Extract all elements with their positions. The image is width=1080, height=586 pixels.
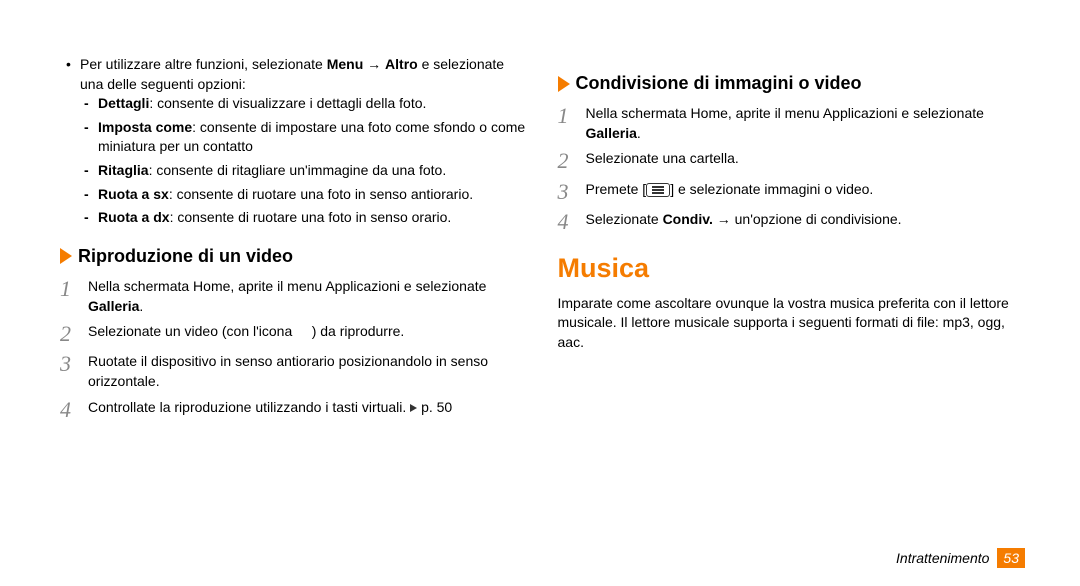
chevron-right-icon [558,76,570,92]
step-number: 2 [558,149,586,173]
dash-item: Ritaglia: consente di ritagliare un'imma… [98,161,528,181]
bold: Condiv. [663,211,713,227]
page-number-badge: 53 [997,548,1025,568]
step-number: 3 [558,180,586,204]
bullet-text: Per utilizzare altre funzioni, seleziona… [80,56,504,92]
desc: : consente di ruotare una foto in senso … [170,209,452,225]
sharing-steps: 1Nella schermata Home, aprite il menu Ap… [558,104,1026,234]
step-text: Selezionate una cartella. [586,149,1026,169]
chevron-right-icon [60,248,72,264]
arrow: → [363,56,385,72]
right-column: Condivisione di immagini o video 1Nella … [558,55,1026,428]
step: 2Selezionate una cartella. [558,149,1026,173]
footer: Intrattenimento 53 [896,548,1025,568]
main-heading-music: Musica [558,250,1026,288]
desc: : consente di ruotare una foto in senso … [169,186,473,202]
text: Premete [ [586,181,647,197]
bold: Galleria [88,298,139,314]
step-text: Nella schermata Home, aprite il menu App… [586,104,1026,143]
play-icon [410,404,417,412]
text: . [139,298,143,314]
sub-heading-sharing: Condivisione di immagini o video [558,71,1026,96]
text: Selezionate [586,211,663,227]
step: 1Nella schermata Home, aprite il menu Ap… [60,277,528,316]
step-number: 3 [60,352,88,376]
dash-item: Imposta come: consente di impostare una … [98,118,528,157]
text: Nella schermata Home, aprite il menu App… [88,278,486,294]
dash-list: Dettagli: consente di visualizzare i det… [80,94,528,228]
altro-bold: Altro [385,56,418,72]
desc: : consente di ritagliare un'immagine da … [149,162,447,178]
sub-heading-text: Condivisione di immagini o video [576,71,862,96]
text: Nella schermata Home, aprite il menu App… [586,105,984,121]
music-paragraph: Imparate come ascoltare ovunque la vostr… [558,294,1026,353]
step-text: Premete [ ] e selezionate immagini o vide… [586,180,1026,200]
step: 3Ruotate il dispositivo in senso antiora… [60,352,528,391]
text: Per utilizzare altre funzioni, seleziona… [80,56,327,72]
step-text: Nella schermata Home, aprite il menu App… [88,277,528,316]
top-bullet-list: Per utilizzare altre funzioni, seleziona… [60,55,528,228]
text: Selezionate un video (con l'icona [88,323,296,339]
bold: Galleria [586,125,637,141]
step-text: Ruotate il dispositivo in senso antiorar… [88,352,528,391]
text: . [637,125,641,141]
text: ) da riprodurre. [312,323,405,339]
step: 4Selezionate Condiv. → un'opzione di con… [558,210,1026,234]
term: Ritaglia [98,162,149,178]
step-number: 1 [558,104,586,128]
step: 2Selezionate un video (con l'icona ) da … [60,322,528,346]
video-steps: 1Nella schermata Home, aprite il menu Ap… [60,277,528,422]
term: Ruota a sx [98,186,169,202]
step: 3Premete [ ] e selezionate immagini o vid… [558,180,1026,204]
step: 1Nella schermata Home, aprite il menu Ap… [558,104,1026,143]
text: → un'opzione di condivisione. [713,211,902,227]
step-number: 4 [60,398,88,422]
term: Dettagli [98,95,149,111]
top-bullet-item: Per utilizzare altre funzioni, seleziona… [80,55,528,228]
text: Controllate la riproduzione utilizzando … [88,399,410,415]
step: 4Controllate la riproduzione utilizzando… [60,398,528,422]
term: Ruota a dx [98,209,170,225]
desc: : consente di visualizzare i dettagli de… [149,95,426,111]
step-number: 1 [60,277,88,301]
page: Per utilizzare altre funzioni, seleziona… [0,0,1080,448]
footer-section: Intrattenimento [896,550,989,566]
menu-bold: Menu [327,56,364,72]
term: Imposta come [98,119,192,135]
sub-heading-video-playback: Riproduzione di un video [60,244,528,269]
step-number: 4 [558,210,586,234]
dash-item: Ruota a sx: consente di ruotare una foto… [98,185,528,205]
page-ref: p. 50 [421,399,452,415]
step-text: Controllate la riproduzione utilizzando … [88,398,528,418]
dash-item: Dettagli: consente di visualizzare i det… [98,94,528,114]
step-number: 2 [60,322,88,346]
text: ] e selezionate immagini o video. [670,181,873,197]
step-text: Selezionate un video (con l'icona ) da r… [88,322,528,342]
sub-heading-text: Riproduzione di un video [78,244,293,269]
menu-key-icon [646,183,670,197]
dash-item: Ruota a dx: consente di ruotare una foto… [98,208,528,228]
left-column: Per utilizzare altre funzioni, seleziona… [60,55,528,428]
step-text: Selezionate Condiv. → un'opzione di cond… [586,210,1026,230]
